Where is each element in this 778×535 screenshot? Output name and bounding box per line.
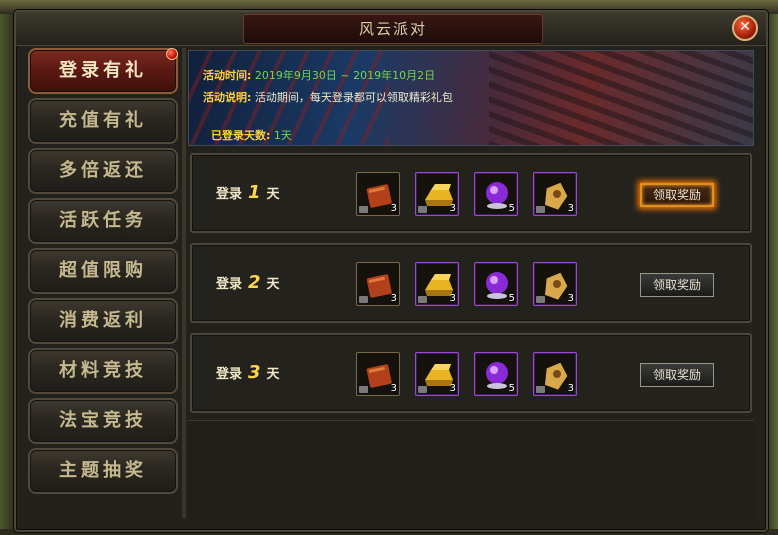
row-prefix: 登录 — [216, 277, 243, 292]
lock-icon — [536, 206, 545, 213]
lock-icon — [536, 296, 545, 303]
close-icon: ✕ — [739, 19, 751, 35]
sidebar-item-material-contest[interactable]: 材料竞技 — [28, 348, 178, 394]
sidebar-item-consume-rebate[interactable]: 消费返利 — [28, 298, 178, 344]
reward-item-book[interactable]: 3 — [356, 262, 400, 306]
lock-icon — [418, 206, 427, 213]
close-button[interactable]: ✕ — [732, 15, 758, 41]
reward-item-token[interactable]: 3 — [533, 352, 577, 396]
event-desc-value: 活动期间，每天登录都可以领取精彩礼包 — [254, 91, 453, 104]
event-window: 风云派对 ✕ 登录有礼 充值有礼 多倍返还 活跃任务 超值限购 消费返利 材料竞… — [14, 10, 768, 532]
sidebar-item-active-task[interactable]: 活跃任务 — [28, 198, 178, 244]
event-desc-label: 活动说明: — [203, 91, 252, 104]
row-suffix: 天 — [266, 367, 280, 382]
sidebar-item-label: 超值限购 — [59, 260, 147, 281]
title-bar: 风云派对 ✕ — [16, 12, 766, 46]
item-quantity: 3 — [567, 383, 574, 394]
reward-item-purple-orb[interactable]: 5 — [474, 352, 518, 396]
reward-item-purple-orb[interactable]: 5 — [474, 172, 518, 216]
claim-reward-button[interactable]: 领取奖励 — [640, 273, 714, 297]
sidebar-item-theme-lottery[interactable]: 主题抽奖 — [28, 448, 178, 494]
sidebar-item-treasure-contest[interactable]: 法宝竞技 — [28, 398, 178, 444]
event-time-label: 活动时间: — [203, 69, 252, 82]
reward-item-gold-bar[interactable]: 3 — [415, 262, 459, 306]
row-title: 登录 2 天 — [216, 272, 280, 293]
sidebar-item-label: 法宝竞技 — [59, 410, 147, 431]
lock-icon — [418, 386, 427, 393]
row-suffix: 天 — [266, 277, 280, 292]
item-quantity: 5 — [508, 293, 515, 304]
lock-icon — [359, 206, 368, 213]
item-quantity: 5 — [508, 203, 515, 214]
login-days-value: 1天 — [273, 129, 292, 142]
row-title: 登录 3 天 — [216, 362, 280, 383]
login-days-line: 已登录天数: 1天 — [211, 127, 292, 143]
reward-item-purple-orb[interactable]: 5 — [474, 262, 518, 306]
sidebar-item-label: 消费返利 — [59, 310, 147, 331]
sidebar-item-login-gift[interactable]: 登录有礼 — [28, 48, 178, 94]
sidebar-scrollbar[interactable] — [182, 48, 186, 518]
item-quantity: 3 — [390, 203, 397, 214]
lock-icon — [359, 296, 368, 303]
content-empty-area — [188, 420, 754, 522]
sidebar-item-label: 材料竞技 — [59, 360, 147, 381]
reward-item-book[interactable]: 3 — [356, 352, 400, 396]
item-quantity: 5 — [508, 383, 515, 394]
event-time-line: 活动时间: 2019年9月30日 ~ 2019年10月2日 — [203, 67, 435, 83]
row-title: 登录 1 天 — [216, 182, 280, 203]
row-suffix: 天 — [266, 187, 280, 202]
sidebar-item-label: 多倍返还 — [59, 160, 147, 181]
row-day-number: 1 — [248, 182, 261, 203]
reward-item-token[interactable]: 3 — [533, 262, 577, 306]
lock-icon — [536, 386, 545, 393]
item-quantity: 3 — [390, 383, 397, 394]
login-days-label: 已登录天数: — [211, 129, 271, 142]
claim-reward-button[interactable]: 领取奖励 — [640, 363, 714, 387]
row-day-number: 2 — [248, 272, 261, 293]
sidebar: 登录有礼 充值有礼 多倍返还 活跃任务 超值限购 消费返利 材料竞技 法宝竞技 … — [28, 48, 186, 528]
sidebar-item-label: 主题抽奖 — [59, 460, 147, 481]
reward-item-token[interactable]: 3 — [533, 172, 577, 216]
claim-reward-button[interactable]: 领取奖励 — [640, 183, 714, 207]
reward-item-book[interactable]: 3 — [356, 172, 400, 216]
lock-icon — [359, 386, 368, 393]
sidebar-item-multi-return[interactable]: 多倍返还 — [28, 148, 178, 194]
event-desc-line: 活动说明: 活动期间，每天登录都可以领取精彩礼包 — [203, 89, 453, 105]
reward-row-day-2: 登录 2 天 3 3 5 3 领取奖励 — [190, 243, 752, 323]
item-quantity: 3 — [390, 293, 397, 304]
row-prefix: 登录 — [216, 187, 243, 202]
sidebar-item-limited-buy[interactable]: 超值限购 — [28, 248, 178, 294]
item-quantity: 3 — [449, 293, 456, 304]
banner-roof-art — [489, 51, 753, 145]
sidebar-item-label: 充值有礼 — [59, 110, 147, 131]
reward-row-day-3: 登录 3 天 3 3 5 3 领取奖励 — [190, 333, 752, 413]
item-quantity: 3 — [567, 293, 574, 304]
item-quantity: 3 — [449, 203, 456, 214]
sidebar-item-label: 活跃任务 — [59, 210, 147, 231]
item-quantity: 3 — [567, 203, 574, 214]
reward-item-gold-bar[interactable]: 3 — [415, 172, 459, 216]
row-prefix: 登录 — [216, 367, 243, 382]
notification-dot-icon — [166, 48, 178, 60]
lock-icon — [418, 296, 427, 303]
sidebar-item-label: 登录有礼 — [59, 60, 147, 81]
window-title: 风云派对 — [243, 14, 543, 44]
sidebar-item-recharge-gift[interactable]: 充值有礼 — [28, 98, 178, 144]
event-banner: 活动时间: 2019年9月30日 ~ 2019年10月2日 活动说明: 活动期间… — [188, 50, 754, 146]
row-day-number: 3 — [248, 362, 261, 383]
reward-item-gold-bar[interactable]: 3 — [415, 352, 459, 396]
item-quantity: 3 — [449, 383, 456, 394]
event-time-value: 2019年9月30日 ~ 2019年10月2日 — [254, 69, 436, 82]
reward-row-day-1: 登录 1 天 3 3 5 3 领取奖励 — [190, 153, 752, 233]
